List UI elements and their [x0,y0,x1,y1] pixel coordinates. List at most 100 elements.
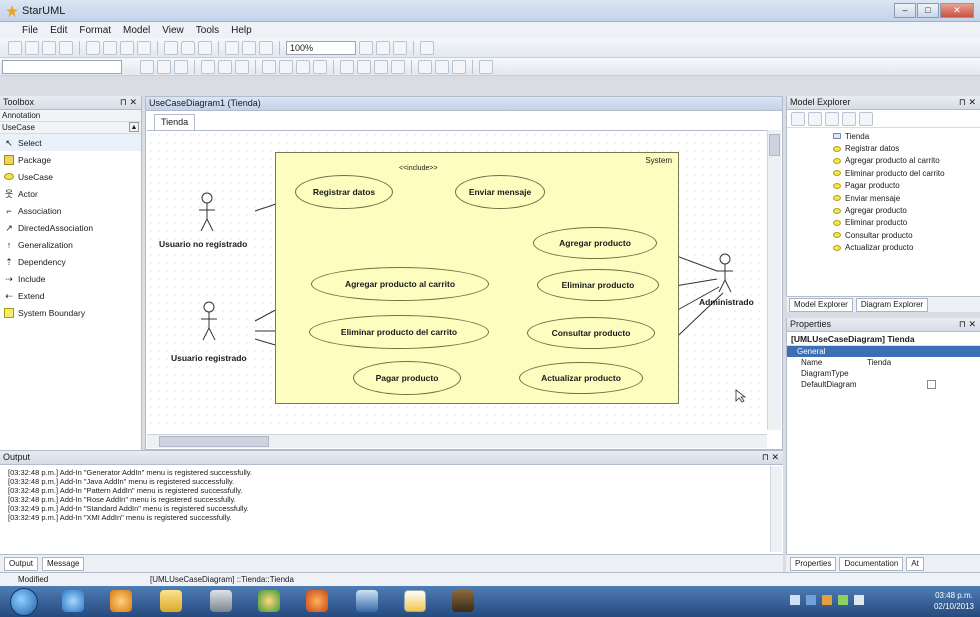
tool-extend[interactable]: ⇠ Extend [0,287,141,304]
actor-administrado[interactable]: Administrado [699,297,754,307]
usecase-agregar-producto-carrito[interactable]: Agregar producto al carrito [311,267,489,301]
tree-item-diagram[interactable]: Tienda [787,130,980,142]
print-icon[interactable] [59,40,73,55]
volume-icon[interactable] [854,595,864,605]
add-element-icon[interactable] [825,111,839,126]
actor-usuario-no-registrado[interactable]: Usuario no registrado [159,239,247,249]
size-icon[interactable] [391,59,405,74]
property-row-diagramtype[interactable]: DiagramType [787,368,980,379]
space-icon[interactable] [374,59,388,74]
tree-item[interactable]: Registrar datos [787,142,980,154]
usecase-actualizar-producto[interactable]: Actualizar producto [519,362,643,394]
grid-icon[interactable] [242,40,256,55]
open-icon[interactable] [25,40,39,55]
tab-model-explorer[interactable]: Model Explorer [789,297,853,312]
layout-icon[interactable] [225,40,239,55]
horizontal-scroll-thumb[interactable] [159,436,269,447]
redo-icon[interactable] [181,40,195,55]
delete-icon[interactable] [137,40,151,55]
tray-icon[interactable] [806,595,816,605]
tool-actor[interactable]: 웃 Actor [0,185,141,202]
attributes-icon[interactable] [452,59,466,74]
fill-color-icon[interactable] [157,59,171,74]
line-color-icon[interactable] [174,59,188,74]
printer-icon[interactable] [210,590,232,612]
pin-icon[interactable]: ⊓ ✕ [762,451,779,464]
find-icon[interactable] [198,40,212,55]
align-right-icon[interactable] [279,59,293,74]
property-row-defaultdiagram[interactable]: DefaultDiagram [787,379,980,390]
tree-item[interactable]: Agregar producto al carrito [787,155,980,167]
usecase-eliminar-producto[interactable]: Eliminar producto [537,269,659,301]
tool-select[interactable]: ↖ Select [0,134,141,151]
bring-front-icon[interactable] [340,59,354,74]
tab-attachments[interactable]: At [906,556,924,571]
zoom-in-icon[interactable] [359,40,373,55]
tool-directed-association[interactable]: ↗ DirectedAssociation [0,219,141,236]
align-bottom-icon[interactable] [313,59,327,74]
save-icon[interactable] [42,40,56,55]
usecase-registrar-datos[interactable]: Registrar datos [295,175,393,209]
taskbar-clock[interactable]: 03:48 p.m. 02/10/2013 [934,590,974,612]
menu-file[interactable]: File [22,25,38,36]
pin-icon[interactable]: ⊓ ✕ [120,96,137,109]
align-top-icon[interactable] [296,59,310,74]
operations-icon[interactable] [435,59,449,74]
zoom-fit-icon[interactable] [393,40,407,55]
toolbox-section-usecase[interactable]: UseCase ▲ [0,122,141,134]
menu-view[interactable]: View [162,25,184,36]
tab-diagram-explorer[interactable]: Diagram Explorer [855,297,929,312]
font-color-icon[interactable] [140,59,154,74]
usecase-consultar-producto[interactable]: Consultar producto [527,317,655,349]
tool-package[interactable]: Package [0,151,141,168]
office-icon[interactable] [110,590,132,612]
move-up-icon[interactable] [842,111,856,126]
collapse-icon[interactable]: ▲ [129,122,139,132]
vertical-scroll-thumb[interactable] [769,134,780,156]
copy-icon[interactable] [103,40,117,55]
visibility-icon[interactable] [418,59,432,74]
vertical-scrollbar[interactable] [767,130,781,430]
menu-tools[interactable]: Tools [196,25,219,36]
auto-resize-icon[interactable] [479,59,493,74]
tray-icon[interactable] [822,595,832,605]
internet-explorer-icon[interactable] [62,590,84,612]
align-icon[interactable] [259,40,273,55]
suppress-icon[interactable] [218,59,232,74]
network-icon[interactable] [838,595,848,605]
undo-icon[interactable] [164,40,178,55]
align-left-icon[interactable] [262,59,276,74]
tree-item[interactable]: Pagar producto [787,180,980,192]
view-icon[interactable] [420,40,434,55]
pin-icon[interactable]: ⊓ ✕ [959,318,976,331]
paste-icon[interactable] [120,40,134,55]
tool-include[interactable]: ⇢ Include [0,270,141,287]
tree-item[interactable]: Eliminar producto [787,217,980,229]
tree-item[interactable]: Agregar producto [787,204,980,216]
tool-usecase[interactable]: UseCase [0,168,141,185]
firefox-icon[interactable] [306,590,328,612]
actor-usuario-registrado[interactable]: Usuario registrado [171,353,247,363]
zoom-select[interactable]: 100% [286,40,356,55]
filter-icon[interactable] [808,111,822,126]
tree-item[interactable]: Actualizar producto [787,242,980,254]
pin-icon[interactable]: ⊓ ✕ [959,96,976,109]
tab-output[interactable]: Output [4,556,39,571]
tray-icon[interactable] [790,595,800,605]
new-icon[interactable] [8,40,22,55]
staruml-task-icon[interactable] [404,590,426,612]
tool-system-boundary[interactable]: System Boundary [0,304,141,321]
tree-item[interactable]: Consultar producto [787,229,980,241]
tool-association[interactable]: ⌐ Association [0,202,141,219]
usecase-pagar-producto[interactable]: Pagar producto [353,361,461,395]
zoom-out-icon[interactable] [376,40,390,55]
minimize-button[interactable]: – [894,3,916,18]
default-diagram-checkbox[interactable] [927,380,936,389]
tab-message[interactable]: Message [42,556,85,571]
menu-help[interactable]: Help [231,25,252,36]
menu-format[interactable]: Format [79,25,111,36]
usecase-eliminar-producto-carrito[interactable]: Eliminar producto del carrito [309,315,489,349]
horizontal-scrollbar[interactable] [147,434,767,448]
tab-properties[interactable]: Properties [790,556,837,571]
tab-documentation[interactable]: Documentation [839,556,904,571]
